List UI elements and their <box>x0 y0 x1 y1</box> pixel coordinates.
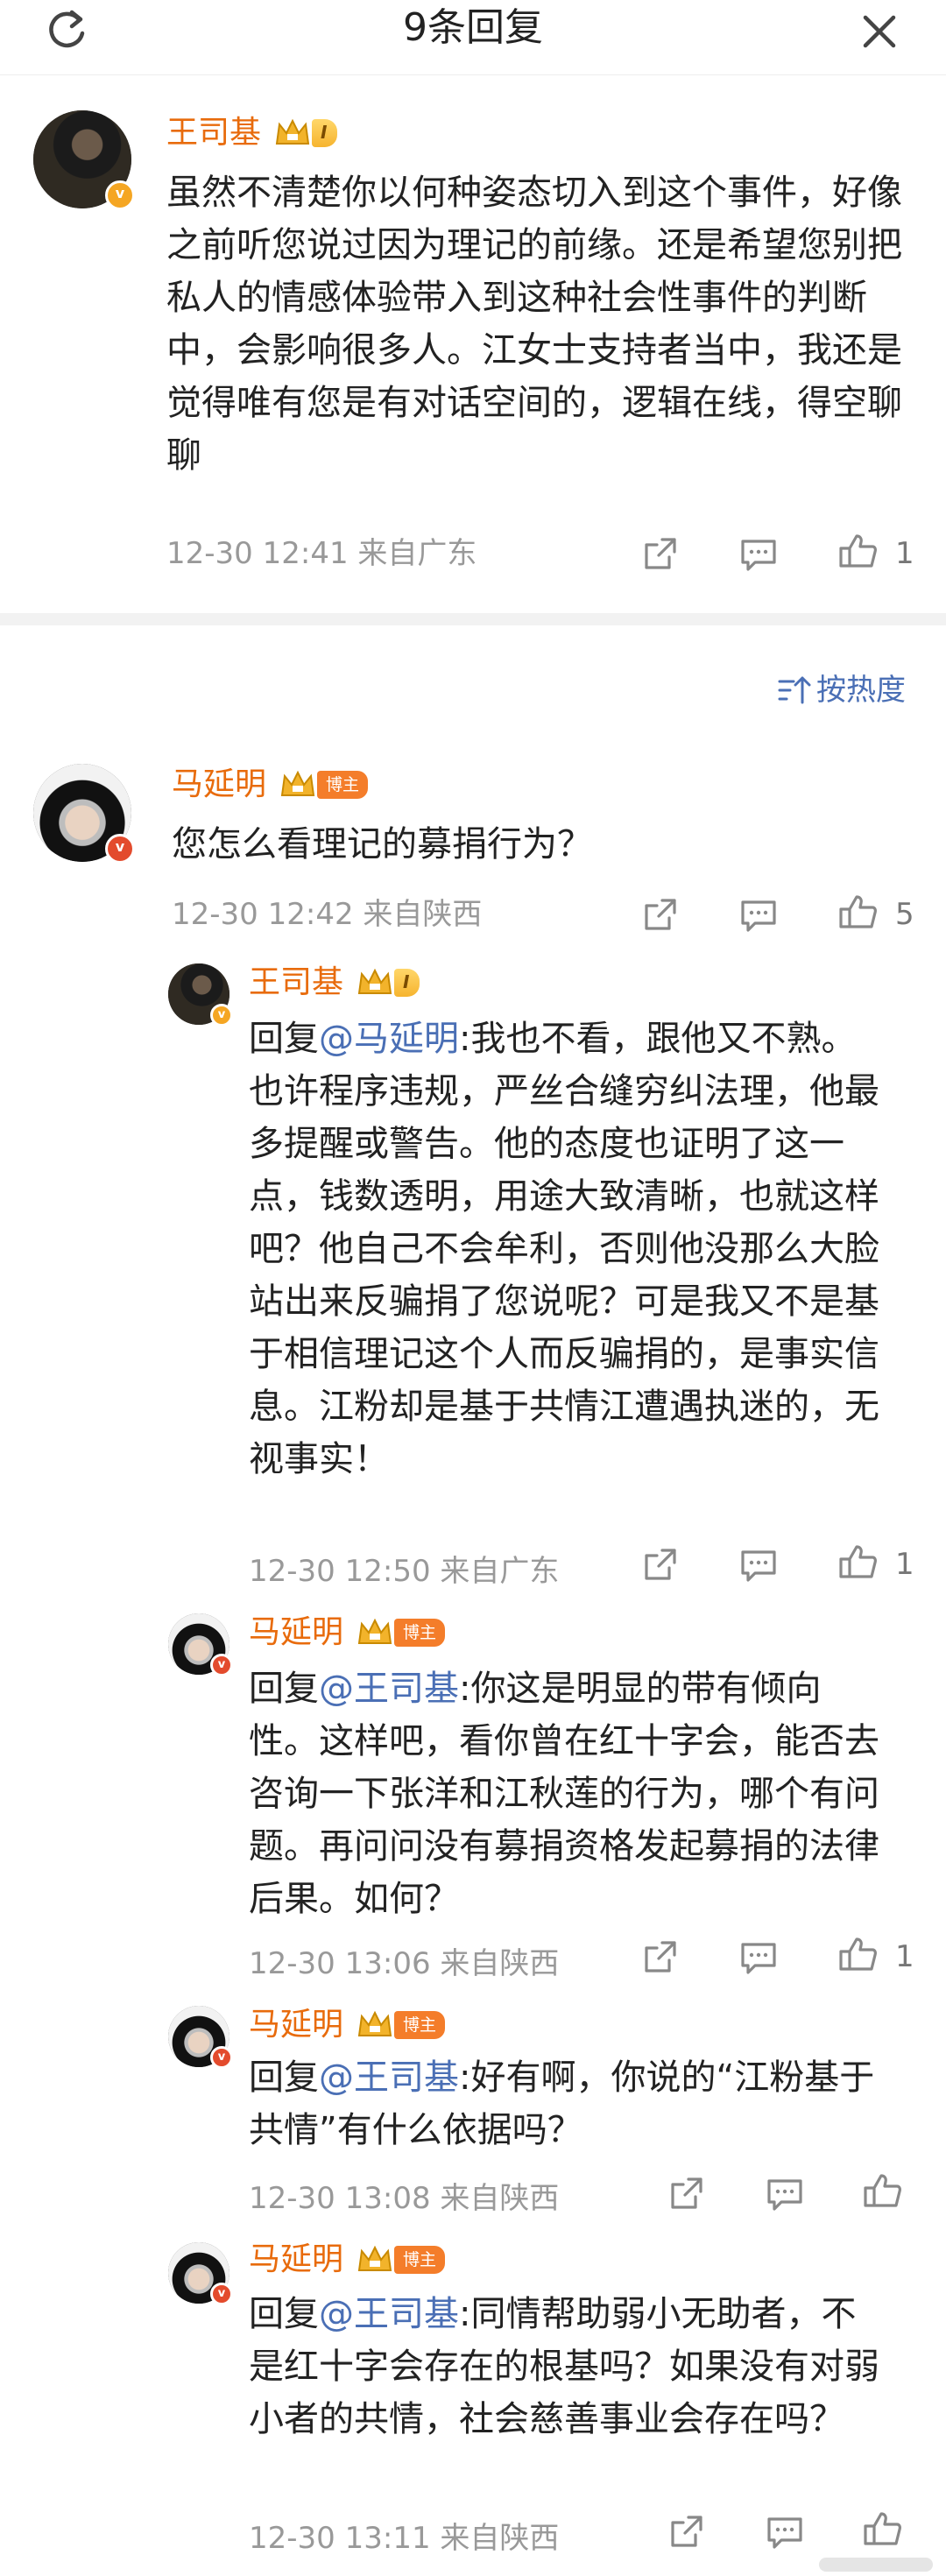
reply-prefix: 回复 <box>249 1019 319 1059</box>
crown-icon <box>275 118 310 145</box>
blogger-tag: 博主 <box>317 771 369 799</box>
like-icon[interactable] <box>862 2509 904 2551</box>
like-icon[interactable] <box>837 531 879 573</box>
blogger-tag: 博主 <box>394 2246 446 2274</box>
comment-meta: 12-30 13:08 来自陕西 <box>249 2181 560 2216</box>
share-icon[interactable] <box>666 2172 708 2214</box>
crown-icon <box>357 2010 392 2036</box>
like-icon[interactable] <box>862 2170 904 2213</box>
comment-text: 回复@王司基:你这是明显的带有倾向性。这样吧，看你曾在红十字会，能否去咨询一下张… <box>249 1662 888 1925</box>
share-icon[interactable] <box>639 1543 681 1585</box>
share-icon[interactable] <box>639 893 681 935</box>
header-bar: 9条回复 <box>0 0 946 75</box>
crown-icon <box>357 2245 392 2271</box>
crown-icon <box>280 770 315 796</box>
commenter-name[interactable]: 马延明 <box>249 2006 343 2044</box>
mention-link[interactable]: @王司基 <box>319 2057 459 2098</box>
comment-icon[interactable] <box>738 893 780 935</box>
comment-icon[interactable] <box>738 533 780 575</box>
reply-body: :我也不看，跟他又不熟。也许程序违规，严丝合缝穷纠法理，他最多提醒或警告。他的态… <box>249 1019 879 1479</box>
comment-meta: 12-30 12:50 来自广东 <box>249 1554 560 1589</box>
reply-prefix: 回复 <box>249 2057 319 2098</box>
avatar[interactable]: v <box>168 2006 233 2069</box>
verified-badge-icon: v <box>210 2283 233 2305</box>
section-divider <box>0 613 946 625</box>
comment-icon[interactable] <box>764 2510 806 2552</box>
blogger-tag: 博主 <box>394 2011 446 2039</box>
comment-meta: 12-30 12:42 来自陕西 <box>172 897 483 932</box>
comment-icon[interactable] <box>738 1936 780 1978</box>
like-icon[interactable] <box>837 1934 879 1976</box>
sort-by-hot-button[interactable]: 按热度 <box>776 673 906 708</box>
verified-badge-icon: v <box>210 1654 233 1676</box>
comment-text: 回复@马延明:我也不看，跟他又不熟。也许程序违规，严丝合缝穷纠法理，他最多提醒或… <box>249 1013 888 1486</box>
share-icon[interactable] <box>639 533 681 575</box>
commenter-name[interactable]: 马延明 <box>249 1613 343 1652</box>
commenter-name[interactable]: 马延明 <box>249 2241 343 2279</box>
level-badge: I <box>312 119 338 147</box>
comment-icon[interactable] <box>738 1543 780 1585</box>
mention-link[interactable]: @王司基 <box>319 1669 459 1709</box>
close-icon[interactable] <box>855 7 904 56</box>
comment-text: 回复@王司基:同情帮助弱小无助者，不是红十字会存在的根基吗？如果没有对弱小者的共… <box>249 2288 888 2445</box>
avatar[interactable]: v <box>168 1613 233 1676</box>
like-count: 1 <box>895 1547 914 1582</box>
page-title: 9条回复 <box>403 5 543 50</box>
mention-link[interactable]: @王司基 <box>319 2294 459 2334</box>
comment-meta: 12-30 12:41 来自广东 <box>166 536 477 571</box>
share-icon[interactable] <box>666 2510 708 2552</box>
verified-badge-icon: v <box>210 1004 233 1027</box>
verified-badge-icon: v <box>105 834 135 864</box>
mention-link[interactable]: @马延明 <box>319 1019 459 1059</box>
sort-label: 按热度 <box>816 673 906 708</box>
sort-icon <box>778 676 811 704</box>
level-badge: I <box>394 969 420 997</box>
commenter-name[interactable]: 马延明 <box>172 766 266 804</box>
reply-prefix: 回复 <box>249 1669 319 1709</box>
crown-icon <box>357 968 392 994</box>
crown-icon <box>357 1618 392 1644</box>
comment-meta: 12-30 13:11 来自陕西 <box>249 2521 560 2556</box>
avatar[interactable]: v <box>168 2242 233 2305</box>
comment-text: 虽然不清楚你以何种姿态切入到这个事件，好像之前听您说过因为理记的前缘。还是希望您… <box>166 173 902 476</box>
comment-meta: 12-30 13:06 来自陕西 <box>249 1946 560 1981</box>
verified-badge-icon: v <box>210 2046 233 2069</box>
avatar[interactable]: v <box>168 963 233 1027</box>
reply-prefix: 回复 <box>249 2294 319 2334</box>
comment-icon[interactable] <box>764 2172 806 2214</box>
like-count: 1 <box>895 1939 914 1974</box>
commenter-name[interactable]: 王司基 <box>249 963 343 1002</box>
avatar[interactable]: v <box>33 110 135 210</box>
verified-badge-icon: v <box>105 180 135 210</box>
avatar[interactable]: v <box>33 764 135 864</box>
blogger-tag: 博主 <box>394 1619 446 1647</box>
comment-text: 回复@王司基:好有啊，你说的“江粉基于共情”有什么依据吗？ <box>249 2051 888 2156</box>
home-indicator <box>819 2558 933 2572</box>
commenter-name[interactable]: 王司基 <box>166 114 261 152</box>
like-icon[interactable] <box>837 1542 879 1584</box>
like-icon[interactable] <box>837 892 879 934</box>
share-icon[interactable] <box>639 1936 681 1978</box>
like-count: 5 <box>895 897 914 932</box>
comment-text: 您怎么看理记的募捐行为？ <box>172 824 592 865</box>
like-count: 1 <box>895 536 914 571</box>
